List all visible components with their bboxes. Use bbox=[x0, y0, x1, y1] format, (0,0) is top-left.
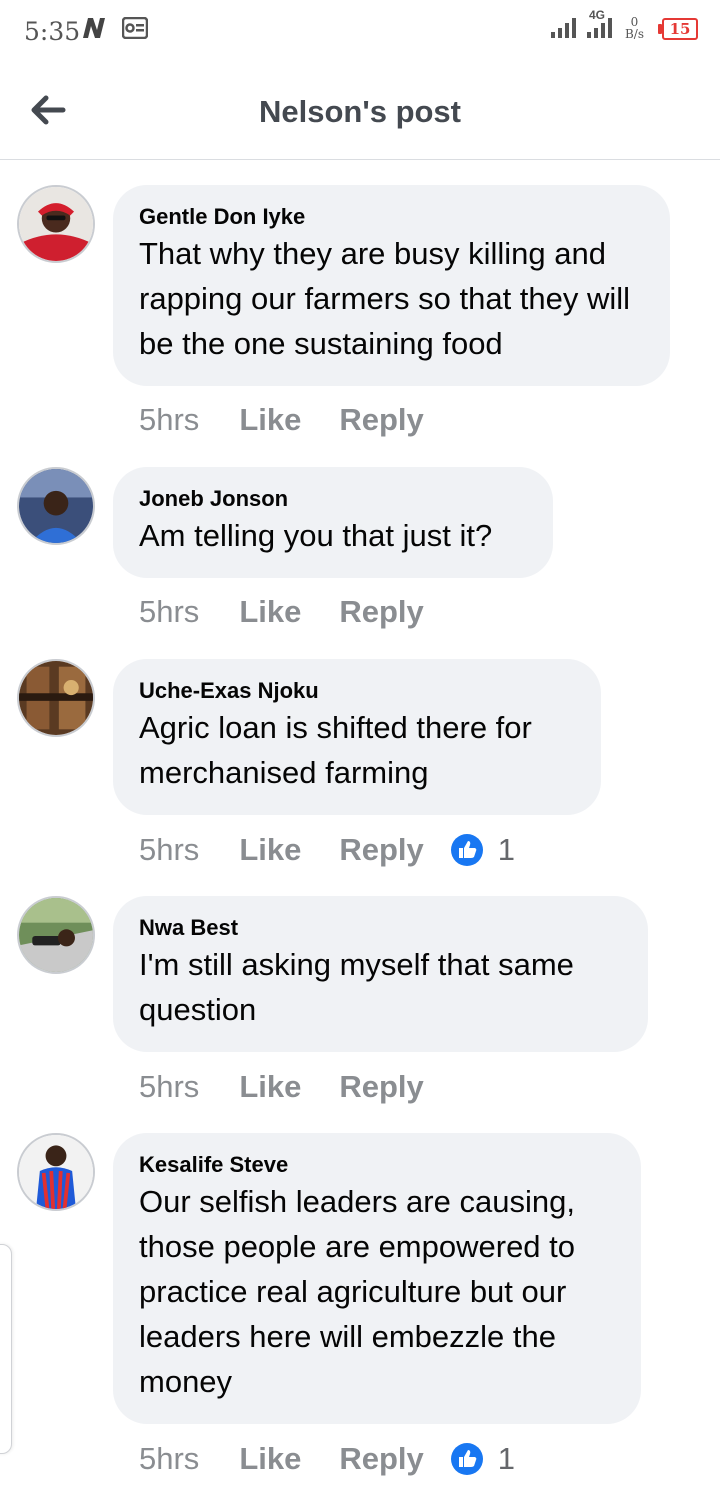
comment-actions: 5hrs Like Reply bbox=[139, 592, 462, 632]
comment-timestamp: 5hrs bbox=[139, 402, 200, 437]
like-button[interactable]: Like bbox=[239, 594, 301, 630]
comment-text: That why they are busy killing and rappi… bbox=[139, 236, 631, 361]
comment-author[interactable]: Uche-Exas Njoku bbox=[139, 677, 575, 705]
header: Nelson's post bbox=[0, 64, 720, 160]
reply-button[interactable]: Reply bbox=[339, 1069, 423, 1105]
comment-timestamp: 5hrs bbox=[139, 832, 200, 867]
comment-author[interactable]: Kesalife Steve bbox=[139, 1151, 615, 1179]
comment-actions: 5hrs Like Reply 1 bbox=[139, 1439, 515, 1479]
comment-actions: 5hrs Like Reply 1 bbox=[139, 830, 515, 870]
reply-button[interactable]: Reply bbox=[339, 1441, 423, 1477]
comment-bubble: Kesalife Steve Our selfish leaders are c… bbox=[113, 1133, 641, 1424]
comment-bubble: Joneb Jonson Am telling you that just it… bbox=[113, 467, 553, 578]
avatar[interactable] bbox=[17, 467, 95, 545]
comment-actions: 5hrs Like Reply bbox=[139, 1067, 462, 1107]
cast-icon bbox=[122, 17, 148, 39]
reaction-summary[interactable]: 1 bbox=[450, 1441, 515, 1477]
comment-text: Agric loan is shifted there for merchani… bbox=[139, 710, 532, 790]
reaction-count: 1 bbox=[497, 832, 516, 867]
comment-timestamp: 5hrs bbox=[139, 1441, 200, 1476]
comment-author[interactable]: Joneb Jonson bbox=[139, 485, 527, 513]
reply-button[interactable]: Reply bbox=[339, 832, 423, 868]
battery-icon: 15 bbox=[658, 18, 698, 40]
reply-button[interactable]: Reply bbox=[339, 594, 423, 630]
comment-text: Am telling you that just it? bbox=[139, 518, 493, 553]
comment-bubble: Gentle Don Iyke That why they are busy k… bbox=[113, 185, 670, 386]
n-notification-icon bbox=[83, 18, 105, 38]
like-button[interactable]: Like bbox=[239, 402, 301, 438]
avatar[interactable] bbox=[17, 659, 95, 737]
reply-button[interactable]: Reply bbox=[339, 402, 423, 438]
reaction-summary[interactable]: 1 bbox=[450, 832, 515, 868]
comment-author[interactable]: Nwa Best bbox=[139, 914, 622, 942]
comment-bubble: Uche-Exas Njoku Agric loan is shifted th… bbox=[113, 659, 601, 815]
comment-timestamp: 5hrs bbox=[139, 594, 200, 629]
thumbs-up-icon bbox=[450, 1443, 483, 1475]
comment-timestamp: 5hrs bbox=[139, 1069, 200, 1104]
signal-icon bbox=[550, 18, 576, 38]
page-title: Nelson's post bbox=[258, 94, 461, 129]
comment-bubble: Nwa Best I'm still asking myself that sa… bbox=[113, 896, 648, 1052]
avatar[interactable] bbox=[17, 1133, 95, 1211]
reaction-count: 1 bbox=[497, 1441, 516, 1476]
thumbs-up-icon bbox=[450, 834, 483, 866]
status-time: 5:35 bbox=[24, 17, 81, 46]
avatar[interactable] bbox=[17, 896, 95, 974]
edge-panel-handle[interactable] bbox=[0, 1244, 12, 1454]
like-button[interactable]: Like bbox=[239, 832, 301, 868]
comment-author[interactable]: Gentle Don Iyke bbox=[139, 203, 644, 231]
signal-4g-icon: 4G bbox=[585, 8, 615, 40]
comment-text: I'm still asking myself that same questi… bbox=[139, 947, 574, 1027]
avatar[interactable] bbox=[17, 185, 95, 263]
comment-text: Our selfish leaders are causing, those p… bbox=[139, 1184, 576, 1399]
like-button[interactable]: Like bbox=[239, 1069, 301, 1105]
data-speed: 0 B/s bbox=[624, 15, 644, 41]
comment-actions: 5hrs Like Reply bbox=[139, 400, 462, 440]
like-button[interactable]: Like bbox=[239, 1441, 301, 1477]
status-bar: 5:35 4G 0 B/s 15 bbox=[0, 0, 720, 64]
